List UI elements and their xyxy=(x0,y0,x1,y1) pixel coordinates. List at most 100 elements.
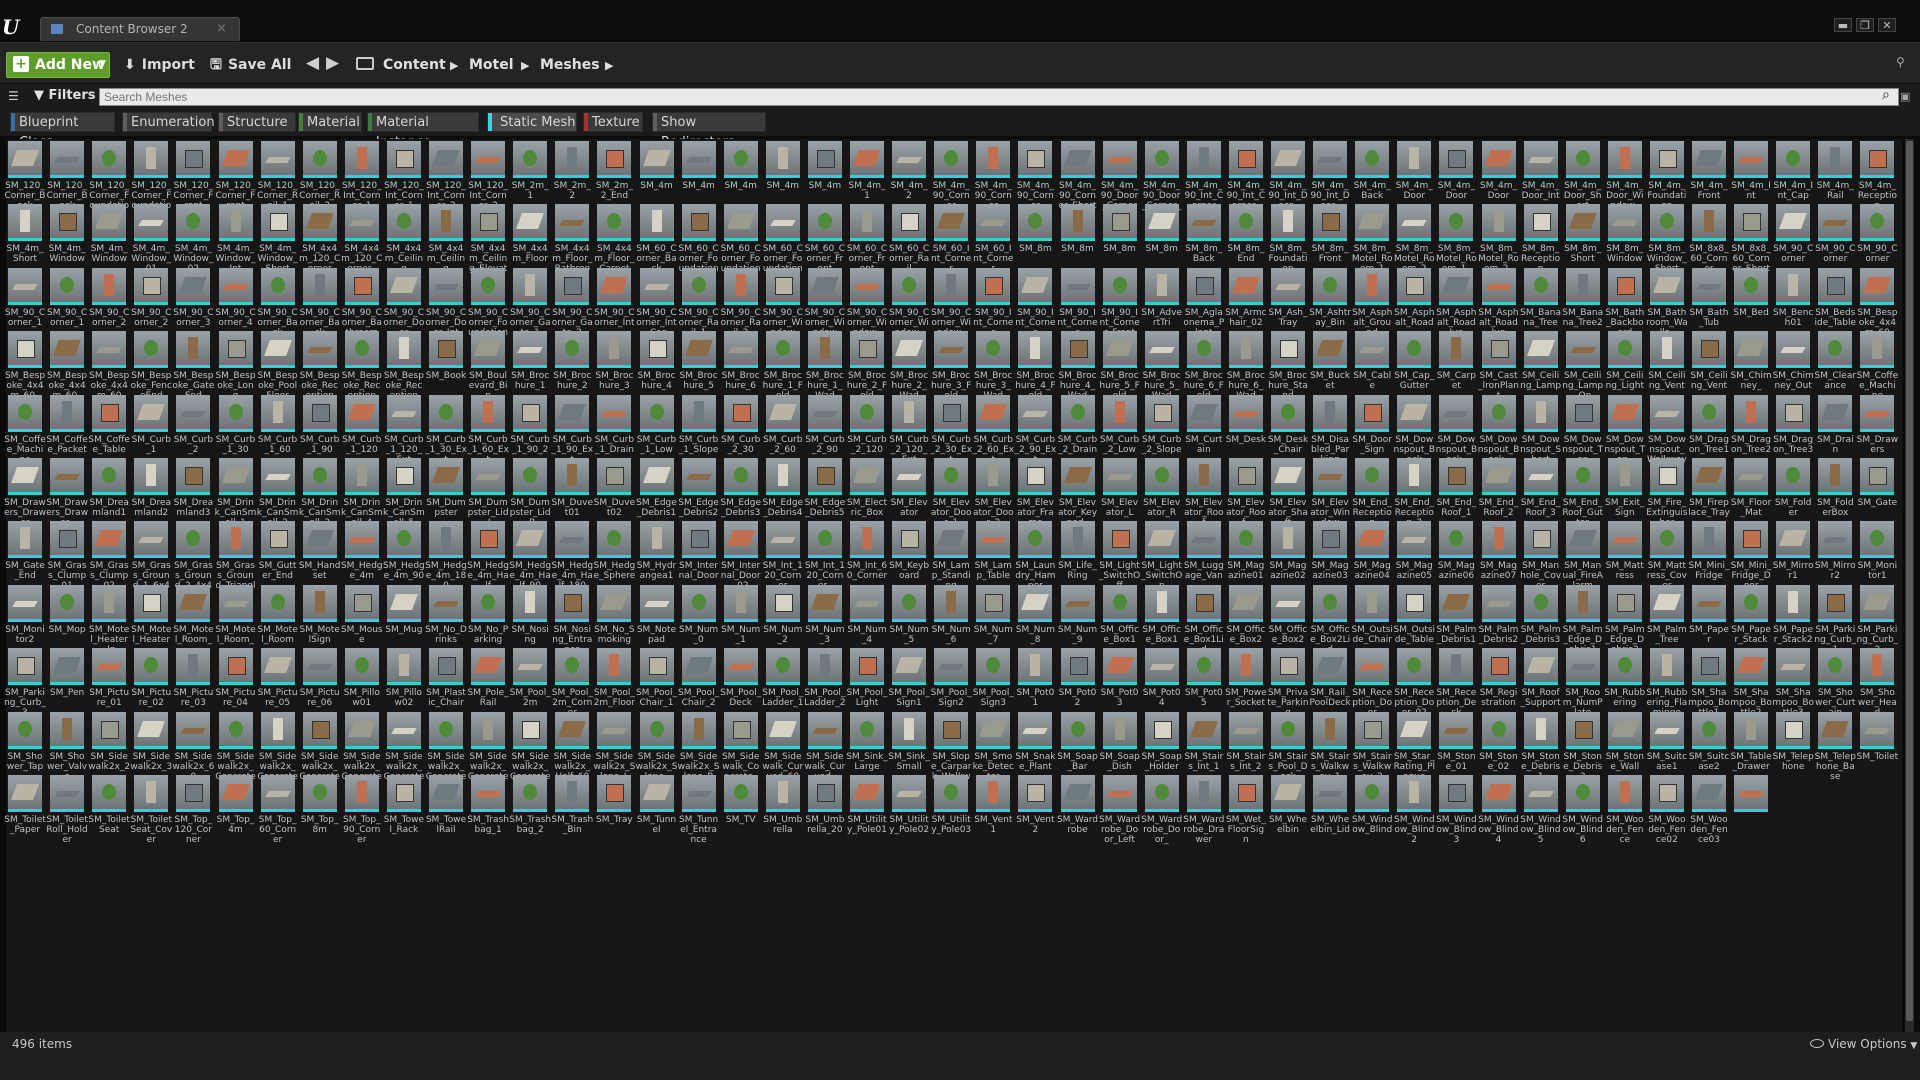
back-arrow-icon[interactable]: ◀ xyxy=(306,53,319,73)
asset-tile[interactable]: SM_TowelRail xyxy=(426,775,471,853)
asset-tile[interactable]: SM_Towel_Rack xyxy=(384,775,429,853)
close-tab-icon[interactable]: × xyxy=(216,21,227,36)
static-mesh-type-bar xyxy=(1397,745,1432,749)
filter-chip-material-instance[interactable]: Material Instance xyxy=(367,112,479,150)
asset-tile[interactable]: SM_Wooden_Fence xyxy=(1606,775,1650,853)
add-new-button[interactable]: + Add New ▼ xyxy=(6,52,110,78)
mesh-preview xyxy=(54,791,80,797)
filter-chip-texture[interactable]: Texture xyxy=(583,112,643,132)
search-icon[interactable]: ⌕ xyxy=(1882,87,1890,103)
asset-tile[interactable]: SM_ToiletSeat_Cover xyxy=(130,775,176,853)
forward-arrow-icon[interactable]: ▶ xyxy=(326,53,339,73)
asset-thumbnail xyxy=(302,775,337,809)
asset-tile[interactable]: SM_Trashbag_2 xyxy=(509,775,555,853)
breadcrumb-motel[interactable]: Motel xyxy=(469,52,514,78)
breadcrumb-separator-icon[interactable]: ▶ xyxy=(450,53,458,79)
sources-panel-icon[interactable]: ☰ xyxy=(8,89,24,105)
breadcrumb-meshes[interactable]: Meshes xyxy=(540,52,600,78)
asset-tile[interactable]: SM_Utility_Pole02 xyxy=(889,775,934,853)
asset-thumbnail xyxy=(976,648,1011,683)
minimize-button[interactable]: ▬ xyxy=(1834,18,1852,32)
asset-tile[interactable]: SM_Umbrella_20 xyxy=(805,775,850,853)
filter-chip-structure[interactable]: Structure xyxy=(218,112,296,132)
asset-tile[interactable]: SM_Utility_Pole03 xyxy=(931,775,976,853)
asset-tile[interactable]: SM_Tunnel xyxy=(637,775,682,853)
asset-tile[interactable]: SM_Telephone_Base xyxy=(1815,711,1860,790)
asset-tile[interactable]: SM_Umbrella xyxy=(763,775,808,853)
asset-thumbnail xyxy=(639,204,674,239)
asset-tile[interactable]: SM_Window_Blind xyxy=(1352,775,1397,853)
asset-tile[interactable]: SM_Wheelbin_Lid xyxy=(1310,775,1355,853)
asset-tile[interactable]: SM_Top_4m xyxy=(217,775,261,853)
asset-tile[interactable]: SM_Top_90_Corner xyxy=(343,775,387,853)
asset-tile[interactable]: SM_Toilet xyxy=(1857,711,1902,790)
filter-chip-static-mesh[interactable]: Static Mesh xyxy=(487,112,577,132)
mesh-preview xyxy=(606,784,625,802)
maximize-button[interactable]: ❐ xyxy=(1856,18,1874,32)
mesh-preview xyxy=(1231,593,1260,610)
view-options-button[interactable]: View Options ▼ xyxy=(1808,1037,1917,1051)
asset-tile[interactable]: SM_Toilet_Paper xyxy=(4,775,50,853)
filter-chip-material[interactable]: Material xyxy=(298,112,362,132)
asset-tile[interactable]: SM_Trashbag_1 xyxy=(467,775,513,853)
filter-chip-blueprint-class[interactable]: Blueprint Class xyxy=(10,112,115,150)
asset-tile[interactable]: SM_Wet_FloorSign xyxy=(1226,775,1271,853)
breadcrumb-content[interactable]: Content xyxy=(383,52,446,78)
filter-chip-enumeration[interactable]: Enumeration xyxy=(122,112,215,132)
asset-tile[interactable] xyxy=(1734,775,1776,853)
asset-tile[interactable]: SM_Trash_Bin xyxy=(551,775,597,853)
breadcrumb-separator-icon[interactable]: ▶ xyxy=(521,53,529,79)
asset-thumbnail xyxy=(1271,331,1305,366)
breadcrumb-separator-icon[interactable]: ▶ xyxy=(605,53,613,79)
folder-icon[interactable] xyxy=(356,57,374,70)
save-all-button[interactable]: 🖫 Save All xyxy=(210,52,291,78)
asset-tile[interactable]: SM_Tray xyxy=(596,775,639,853)
asset-tile[interactable]: SM_Wardrobe xyxy=(1057,775,1103,853)
close-window-button[interactable]: ✕ xyxy=(1878,18,1896,32)
filter-chip-show-redirectors[interactable]: Show Redirectors xyxy=(652,112,766,150)
static-mesh-type-bar xyxy=(1313,492,1348,495)
asset-tile[interactable]: SM_Wheelbin xyxy=(1269,775,1313,853)
static-mesh-type-bar xyxy=(1228,238,1263,242)
mesh-preview xyxy=(1233,410,1259,417)
lock-icon[interactable]: ⚲ xyxy=(1896,55,1905,69)
asset-tile[interactable]: SM_Window_Blind2 xyxy=(1394,775,1439,853)
asset-tile[interactable]: SM_Window_Blind6 xyxy=(1562,775,1608,853)
static-mesh-type-bar xyxy=(1018,365,1053,369)
asset-tile[interactable]: SM_Top_120_Corner xyxy=(175,775,218,853)
asset-tile[interactable]: SM_Vent1 xyxy=(974,775,1018,853)
mesh-preview xyxy=(1274,467,1302,483)
asset-thumbnail xyxy=(1692,775,1726,809)
mesh-preview xyxy=(1406,276,1425,295)
asset-tile[interactable]: SM_ToiletSeat xyxy=(88,775,134,853)
asset-tile[interactable]: SM_Window_Blind4 xyxy=(1478,775,1524,853)
asset-tile[interactable]: SM_Wardrobe_Door_Left xyxy=(1099,775,1145,853)
filters-dropdown[interactable]: ▼ Filters ▼ xyxy=(34,88,107,103)
asset-tile[interactable]: SM_Wooden_Fence02 xyxy=(1648,775,1692,853)
mesh-preview xyxy=(353,276,372,295)
asset-tile[interactable]: SM_Wardrobe_Door_ xyxy=(1141,775,1187,853)
asset-tile[interactable]: SM_Telephone xyxy=(1773,711,1818,790)
asset-tile[interactable]: SM_Wooden_Fence03 xyxy=(1690,775,1734,853)
asset-tile[interactable]: SM_TV xyxy=(723,775,766,853)
import-button[interactable]: ⬇ Import xyxy=(124,52,195,78)
static-mesh-type-bar xyxy=(1397,809,1432,812)
tab-content-browser-2[interactable]: Content Browser 2 × xyxy=(40,17,240,41)
static-mesh-type-bar xyxy=(723,492,758,495)
asset-tile[interactable]: SM_Top_60_Corner xyxy=(259,775,303,853)
lock-search-icon[interactable]: ▣ xyxy=(1900,90,1910,103)
asset-tile[interactable]: SM_Window_Blind5 xyxy=(1520,775,1566,853)
asset-tile[interactable]: SM_Top_8m xyxy=(301,775,345,853)
asset-tile[interactable]: SM_Wardrobe_Drawer xyxy=(1183,775,1229,853)
scrollbar-thumb[interactable] xyxy=(1906,141,1913,1021)
chip-accent xyxy=(368,113,372,131)
asset-tile[interactable]: SM_Tunnel_Entrance xyxy=(679,775,724,853)
asset-tile[interactable]: SM_ToiletRoll_Holder xyxy=(46,775,92,853)
vertical-scrollbar[interactable] xyxy=(1905,139,1914,1032)
asset-tile[interactable]: SM_Utility_Pole01 xyxy=(847,775,892,853)
asset-tile[interactable]: SM_Window_Blind3 xyxy=(1436,775,1481,853)
static-mesh-type-bar xyxy=(765,618,800,622)
asset-tile[interactable]: SM_Vent2 xyxy=(1016,775,1060,853)
search-input[interactable] xyxy=(99,88,1899,106)
static-mesh-type-bar xyxy=(1018,745,1053,749)
